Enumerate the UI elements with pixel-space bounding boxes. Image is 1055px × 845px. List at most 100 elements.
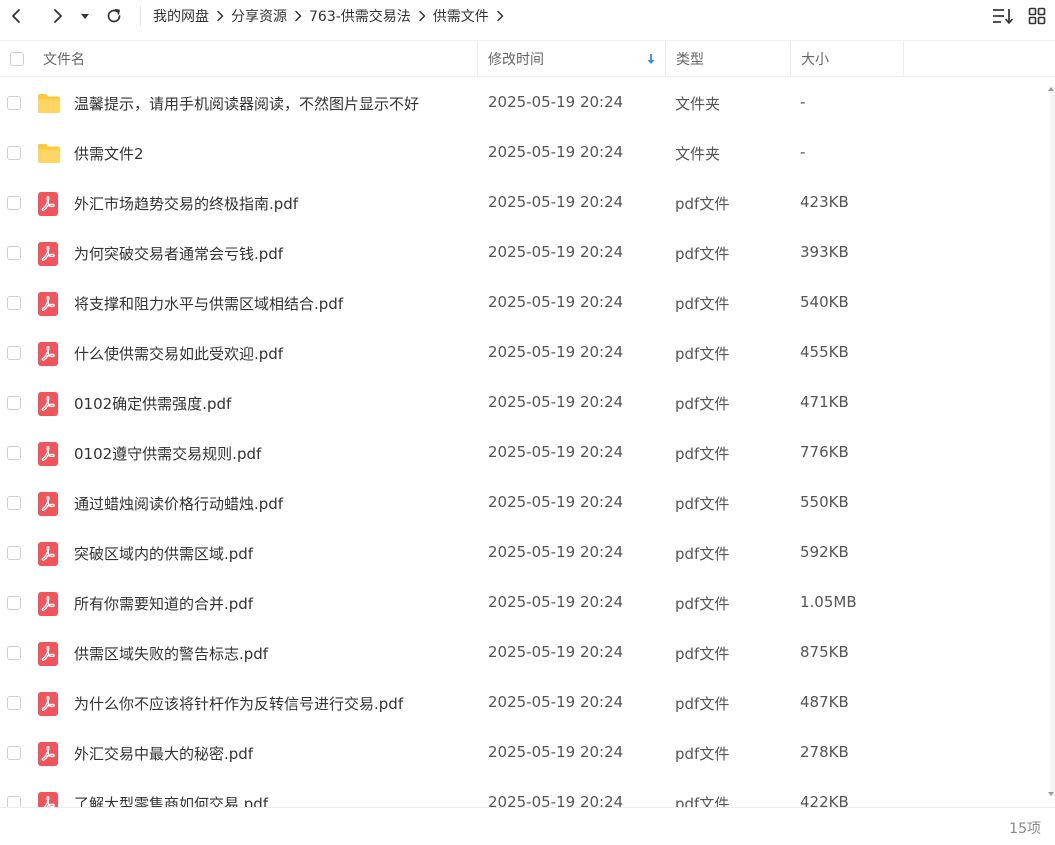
file-type: pdf文件 [675,795,730,807]
row-checkbox[interactable] [7,396,21,410]
history-dropdown-button[interactable] [78,2,92,30]
table-row[interactable]: 将支撑和阻力水平与供需区域相结合.pdf 2025-05-19 20:24 pdf文… [0,278,1050,328]
table-row[interactable]: 供需文件2 2025-05-19 20:24 文件夹 - [0,128,1050,178]
file-size: 550KB [800,493,849,511]
file-size: 875KB [800,643,849,661]
row-checkbox[interactable] [7,246,21,260]
file-type: pdf文件 [675,245,730,263]
column-header-name[interactable]: 文件名 [43,41,85,77]
table-row[interactable]: 0102确定供需强度.pdf 2025-05-19 20:24 pdf文件 471KB [0,378,1050,428]
file-size: 393KB [800,243,849,261]
file-type: pdf文件 [675,595,730,613]
pdf-icon [37,292,61,316]
row-checkbox[interactable] [7,96,21,110]
file-size: 422KB [800,793,849,807]
breadcrumb-item-shared[interactable]: 分享资源 [231,6,287,26]
grid-view-button[interactable] [1025,4,1049,28]
table-header: 文件名 修改时间 类型 大小 [0,40,1055,77]
refresh-button[interactable] [100,2,128,30]
pdf-icon [37,342,61,366]
item-count: 15项 [1009,821,1041,837]
file-name: 供需文件2 [74,145,144,163]
back-button[interactable] [2,2,30,30]
file-type: pdf文件 [675,395,730,413]
column-divider[interactable] [477,41,478,77]
table-row[interactable]: 为何突破交易者通常会亏钱.pdf 2025-05-19 20:24 pdf文件 393… [0,228,1050,278]
column-divider[interactable] [665,41,666,77]
table-row[interactable]: 什么使供需交易如此受欢迎.pdf 2025-05-19 20:24 pdf文件 455… [0,328,1050,378]
pdf-icon [37,692,61,716]
toolbar-divider [140,6,141,26]
file-name: 为什么你不应该将针杆作为反转信号进行交易.pdf [74,695,404,713]
modified-date: 2025-05-19 20:24 [488,793,624,807]
file-type: 文件夹 [675,95,721,113]
file-type: pdf文件 [675,195,730,213]
row-checkbox[interactable] [7,696,21,710]
file-list: 温馨提示，请用手机阅读器阅读，不然图片显示不好 2025-05-19 20:24 文… [0,78,1050,807]
modified-date: 2025-05-19 20:24 [488,293,624,311]
row-checkbox[interactable] [7,446,21,460]
table-row[interactable]: 突破区域内的供需区域.pdf 2025-05-19 20:24 pdf文件 592KB [0,528,1050,578]
pdf-icon [37,542,61,566]
scroll-up-arrow-icon[interactable] [1048,87,1054,91]
file-type: pdf文件 [675,495,730,513]
scrollbar[interactable] [1050,86,1055,796]
row-checkbox[interactable] [7,146,21,160]
table-row[interactable]: 通过蜡烛阅读价格行动蜡烛.pdf 2025-05-19 20:24 pdf文件 550… [0,478,1050,528]
table-row[interactable]: 了解大型零售商如何交易.pdf 2025-05-19 20:24 pdf文件 422K… [0,778,1050,807]
row-checkbox[interactable] [7,496,21,510]
modified-date: 2025-05-19 20:24 [488,693,624,711]
table-row[interactable]: 外汇交易中最大的秘密.pdf 2025-05-19 20:24 pdf文件 278KB [0,728,1050,778]
select-all-cell [10,41,24,77]
row-checkbox[interactable] [7,196,21,210]
file-type: pdf文件 [675,545,730,563]
modified-date: 2025-05-19 20:24 [488,743,624,761]
file-name: 温馨提示，请用手机阅读器阅读，不然图片显示不好 [74,95,420,113]
row-checkbox[interactable] [7,746,21,760]
toolbar: 我的网盘 分享资源 763-供需交易法 供需文件 [0,0,1055,32]
chevron-right-icon [411,10,433,22]
table-row[interactable]: 外汇市场趋势交易的终极指南.pdf 2025-05-19 20:24 pdf文件 42… [0,178,1050,228]
row-checkbox[interactable] [7,646,21,660]
breadcrumb: 我的网盘 分享资源 763-供需交易法 供需文件 [153,6,511,26]
file-name: 通过蜡烛阅读价格行动蜡烛.pdf [74,495,284,513]
chevron-right-icon[interactable] [489,10,511,22]
modified-date: 2025-05-19 20:24 [488,143,624,161]
row-checkbox[interactable] [7,296,21,310]
table-row[interactable]: 供需区域失败的警告标志.pdf 2025-05-19 20:24 pdf文件 875K… [0,628,1050,678]
row-checkbox[interactable] [7,596,21,610]
breadcrumb-item-folder[interactable]: 763-供需交易法 [309,6,411,26]
column-divider[interactable] [903,41,904,77]
file-size: - [800,143,806,161]
select-all-checkbox[interactable] [10,52,24,66]
table-row[interactable]: 0102遵守供需交易规则.pdf 2025-05-19 20:24 pdf文件 776… [0,428,1050,478]
row-checkbox[interactable] [7,546,21,560]
file-type: pdf文件 [675,345,730,363]
row-checkbox[interactable] [7,346,21,360]
column-header-size[interactable]: 大小 [801,41,829,77]
table-row[interactable]: 为什么你不应该将针杆作为反转信号进行交易.pdf 2025-05-19 20:24… [0,678,1050,728]
chevron-right-icon [287,10,309,22]
column-header-type[interactable]: 类型 [676,41,704,77]
file-name: 所有你需要知道的合并.pdf [74,595,254,613]
chevron-right-icon [209,10,231,22]
file-name: 什么使供需交易如此受欢迎.pdf [74,345,284,363]
table-row[interactable]: 所有你需要知道的合并.pdf 2025-05-19 20:24 pdf文件 1.05M… [0,578,1050,628]
breadcrumb-item-current[interactable]: 供需文件 [433,6,489,26]
column-header-modified[interactable]: 修改时间 [488,41,544,77]
file-type: pdf文件 [675,645,730,663]
scroll-down-arrow-icon[interactable] [1048,792,1054,796]
row-checkbox[interactable] [7,796,21,807]
modified-date: 2025-05-19 20:24 [488,243,624,261]
modified-date: 2025-05-19 20:24 [488,193,624,211]
view-controls [981,4,1049,28]
file-name: 了解大型零售商如何交易.pdf [74,795,269,807]
sort-descending-icon[interactable] [646,41,656,77]
modified-date: 2025-05-19 20:24 [488,593,624,611]
column-divider[interactable] [790,41,791,77]
file-name: 突破区域内的供需区域.pdf [74,545,254,563]
sort-button[interactable] [991,4,1015,28]
table-row[interactable]: 温馨提示，请用手机阅读器阅读，不然图片显示不好 2025-05-19 20:24 文… [0,78,1050,128]
forward-button[interactable] [44,2,72,30]
breadcrumb-item-my-drive[interactable]: 我的网盘 [153,6,209,26]
